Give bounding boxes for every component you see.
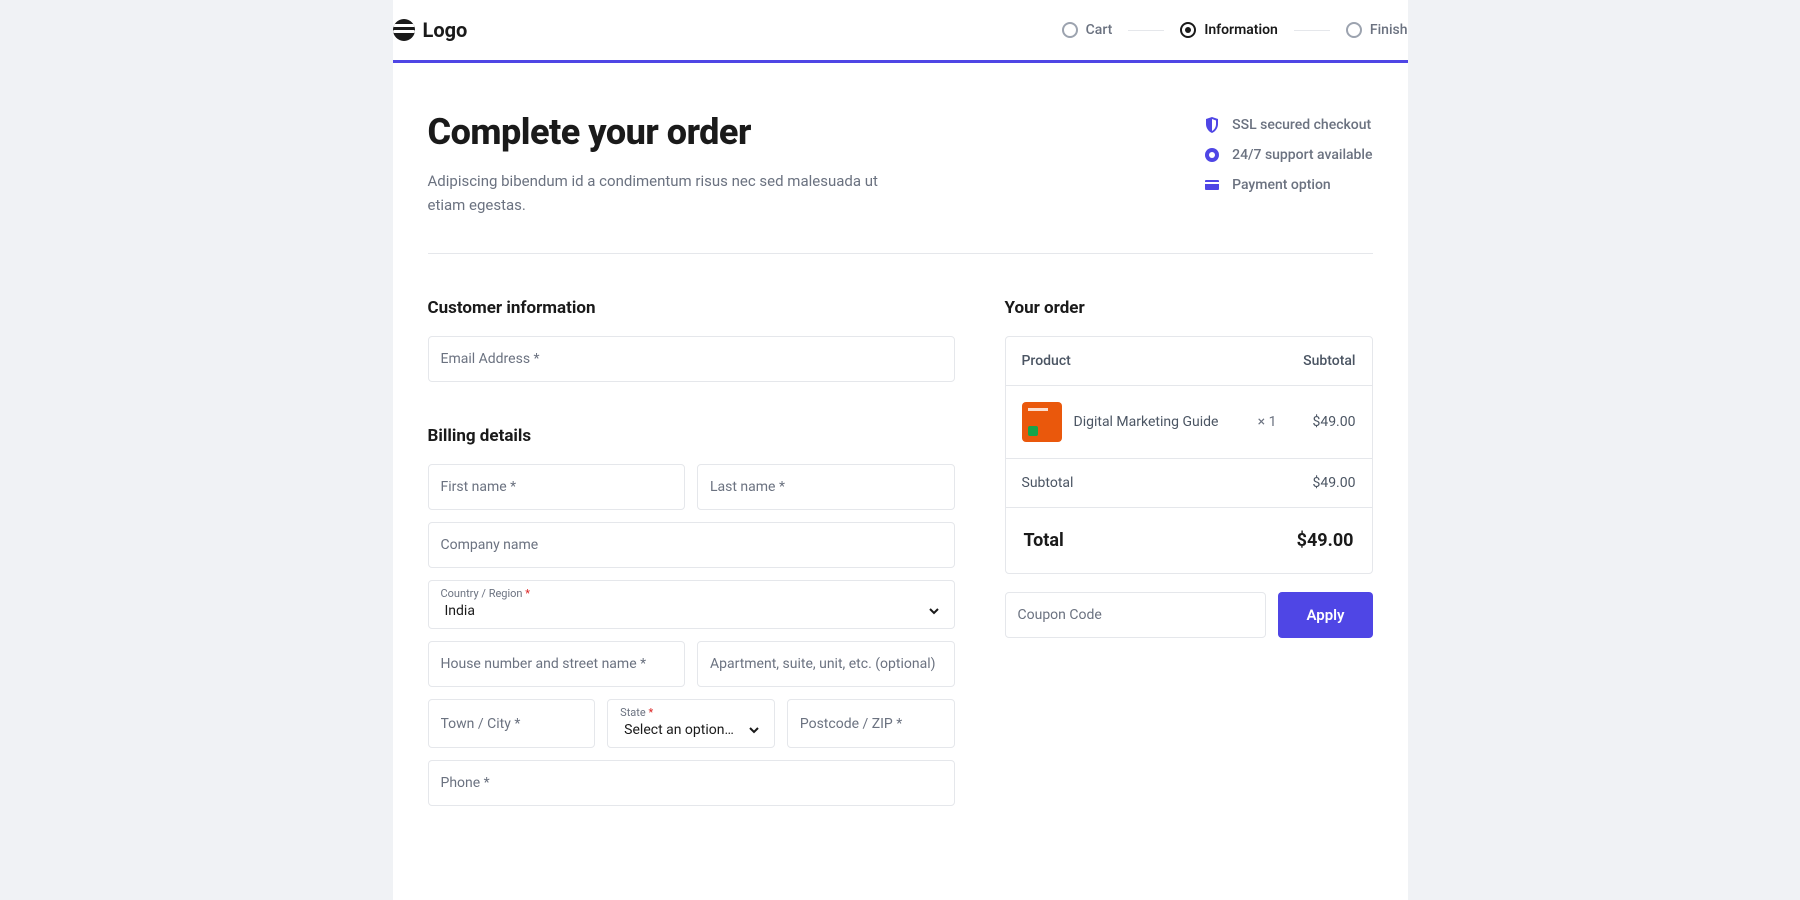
order-summary: Product Subtotal Digital Marketing Guide…	[1005, 336, 1373, 574]
step-information[interactable]: Information	[1180, 22, 1278, 38]
coupon-row: Apply	[1005, 592, 1373, 638]
step-label: Information	[1204, 22, 1278, 38]
order-column: Your order Product Subtotal Digital Mark…	[1005, 298, 1373, 818]
apply-button[interactable]: Apply	[1278, 592, 1372, 638]
logo-icon	[393, 19, 415, 41]
state-select[interactable]: Select an option…	[620, 719, 762, 741]
step-circle-icon	[1180, 22, 1196, 38]
logo[interactable]: Logo	[393, 18, 468, 42]
company-field[interactable]	[428, 522, 955, 568]
step-cart[interactable]: Cart	[1062, 22, 1113, 38]
coupon-field[interactable]	[1005, 592, 1267, 638]
header: Logo Cart Information Finish	[393, 0, 1408, 60]
main-grid: Customer information Billing details Cou…	[428, 298, 1373, 818]
order-subtotal-row: Subtotal $49.00	[1006, 459, 1372, 508]
form-column: Customer information Billing details Cou…	[428, 298, 955, 818]
subtotal-value: $49.00	[1312, 475, 1355, 491]
last-name-field[interactable]	[697, 464, 955, 510]
country-label: Country / Region *	[441, 587, 942, 600]
intro-left: Complete your order Adipiscing bibendum …	[428, 111, 908, 217]
first-name-field[interactable]	[428, 464, 686, 510]
trust-payment: Payment option	[1204, 177, 1372, 193]
street-field[interactable]	[428, 641, 686, 687]
total-value: $49.00	[1297, 530, 1354, 551]
order-total-row: Total $49.00	[1006, 508, 1372, 573]
subtotal-label: Subtotal	[1022, 475, 1074, 491]
country-select-wrap: Country / Region * India	[428, 580, 955, 629]
state-select-wrap: State * Select an option…	[607, 699, 775, 748]
page-title: Complete your order	[428, 111, 908, 153]
page-description: Adipiscing bibendum id a condimentum ris…	[428, 169, 908, 217]
step-finish[interactable]: Finish	[1346, 22, 1408, 38]
step-separator	[1294, 30, 1330, 31]
email-field[interactable]	[428, 336, 955, 382]
trust-badges: SSL secured checkout 24/7 support availa…	[1204, 111, 1372, 217]
phone-field[interactable]	[428, 760, 955, 806]
trust-support: 24/7 support available	[1204, 147, 1372, 163]
trust-ssl: SSL secured checkout	[1204, 117, 1372, 133]
step-circle-icon	[1062, 22, 1078, 38]
intro-section: Complete your order Adipiscing bibendum …	[428, 111, 1373, 254]
apartment-field[interactable]	[697, 641, 955, 687]
order-heading: Your order	[1005, 298, 1373, 318]
support-icon	[1204, 147, 1220, 163]
card-icon	[1204, 177, 1220, 193]
product-qty: × 1	[1258, 414, 1277, 430]
product-header: Product	[1022, 353, 1071, 369]
state-label: State *	[620, 706, 762, 719]
city-field[interactable]	[428, 699, 596, 748]
product-thumbnail	[1022, 402, 1062, 442]
step-label: Finish	[1370, 22, 1408, 38]
content: Complete your order Adipiscing bibendum …	[393, 63, 1408, 878]
logo-text: Logo	[423, 18, 468, 42]
step-label: Cart	[1086, 22, 1113, 38]
shield-icon	[1204, 117, 1220, 133]
product-name: Digital Marketing Guide	[1074, 414, 1246, 430]
order-item: Digital Marketing Guide × 1 $49.00	[1006, 386, 1372, 459]
checkout-page: Logo Cart Information Finish Complete yo…	[393, 0, 1408, 900]
subtotal-header: Subtotal	[1303, 353, 1355, 369]
product-price: $49.00	[1312, 414, 1355, 430]
total-label: Total	[1024, 530, 1064, 551]
trust-label: SSL secured checkout	[1232, 117, 1371, 133]
trust-label: Payment option	[1232, 177, 1331, 193]
order-header-row: Product Subtotal	[1006, 337, 1372, 386]
country-select[interactable]: India	[441, 600, 942, 622]
customer-info-heading: Customer information	[428, 298, 955, 318]
trust-label: 24/7 support available	[1232, 147, 1372, 163]
step-circle-icon	[1346, 22, 1362, 38]
postcode-field[interactable]	[787, 699, 955, 748]
step-separator	[1128, 30, 1164, 31]
checkout-steps: Cart Information Finish	[1062, 22, 1408, 38]
billing-heading: Billing details	[428, 426, 955, 446]
